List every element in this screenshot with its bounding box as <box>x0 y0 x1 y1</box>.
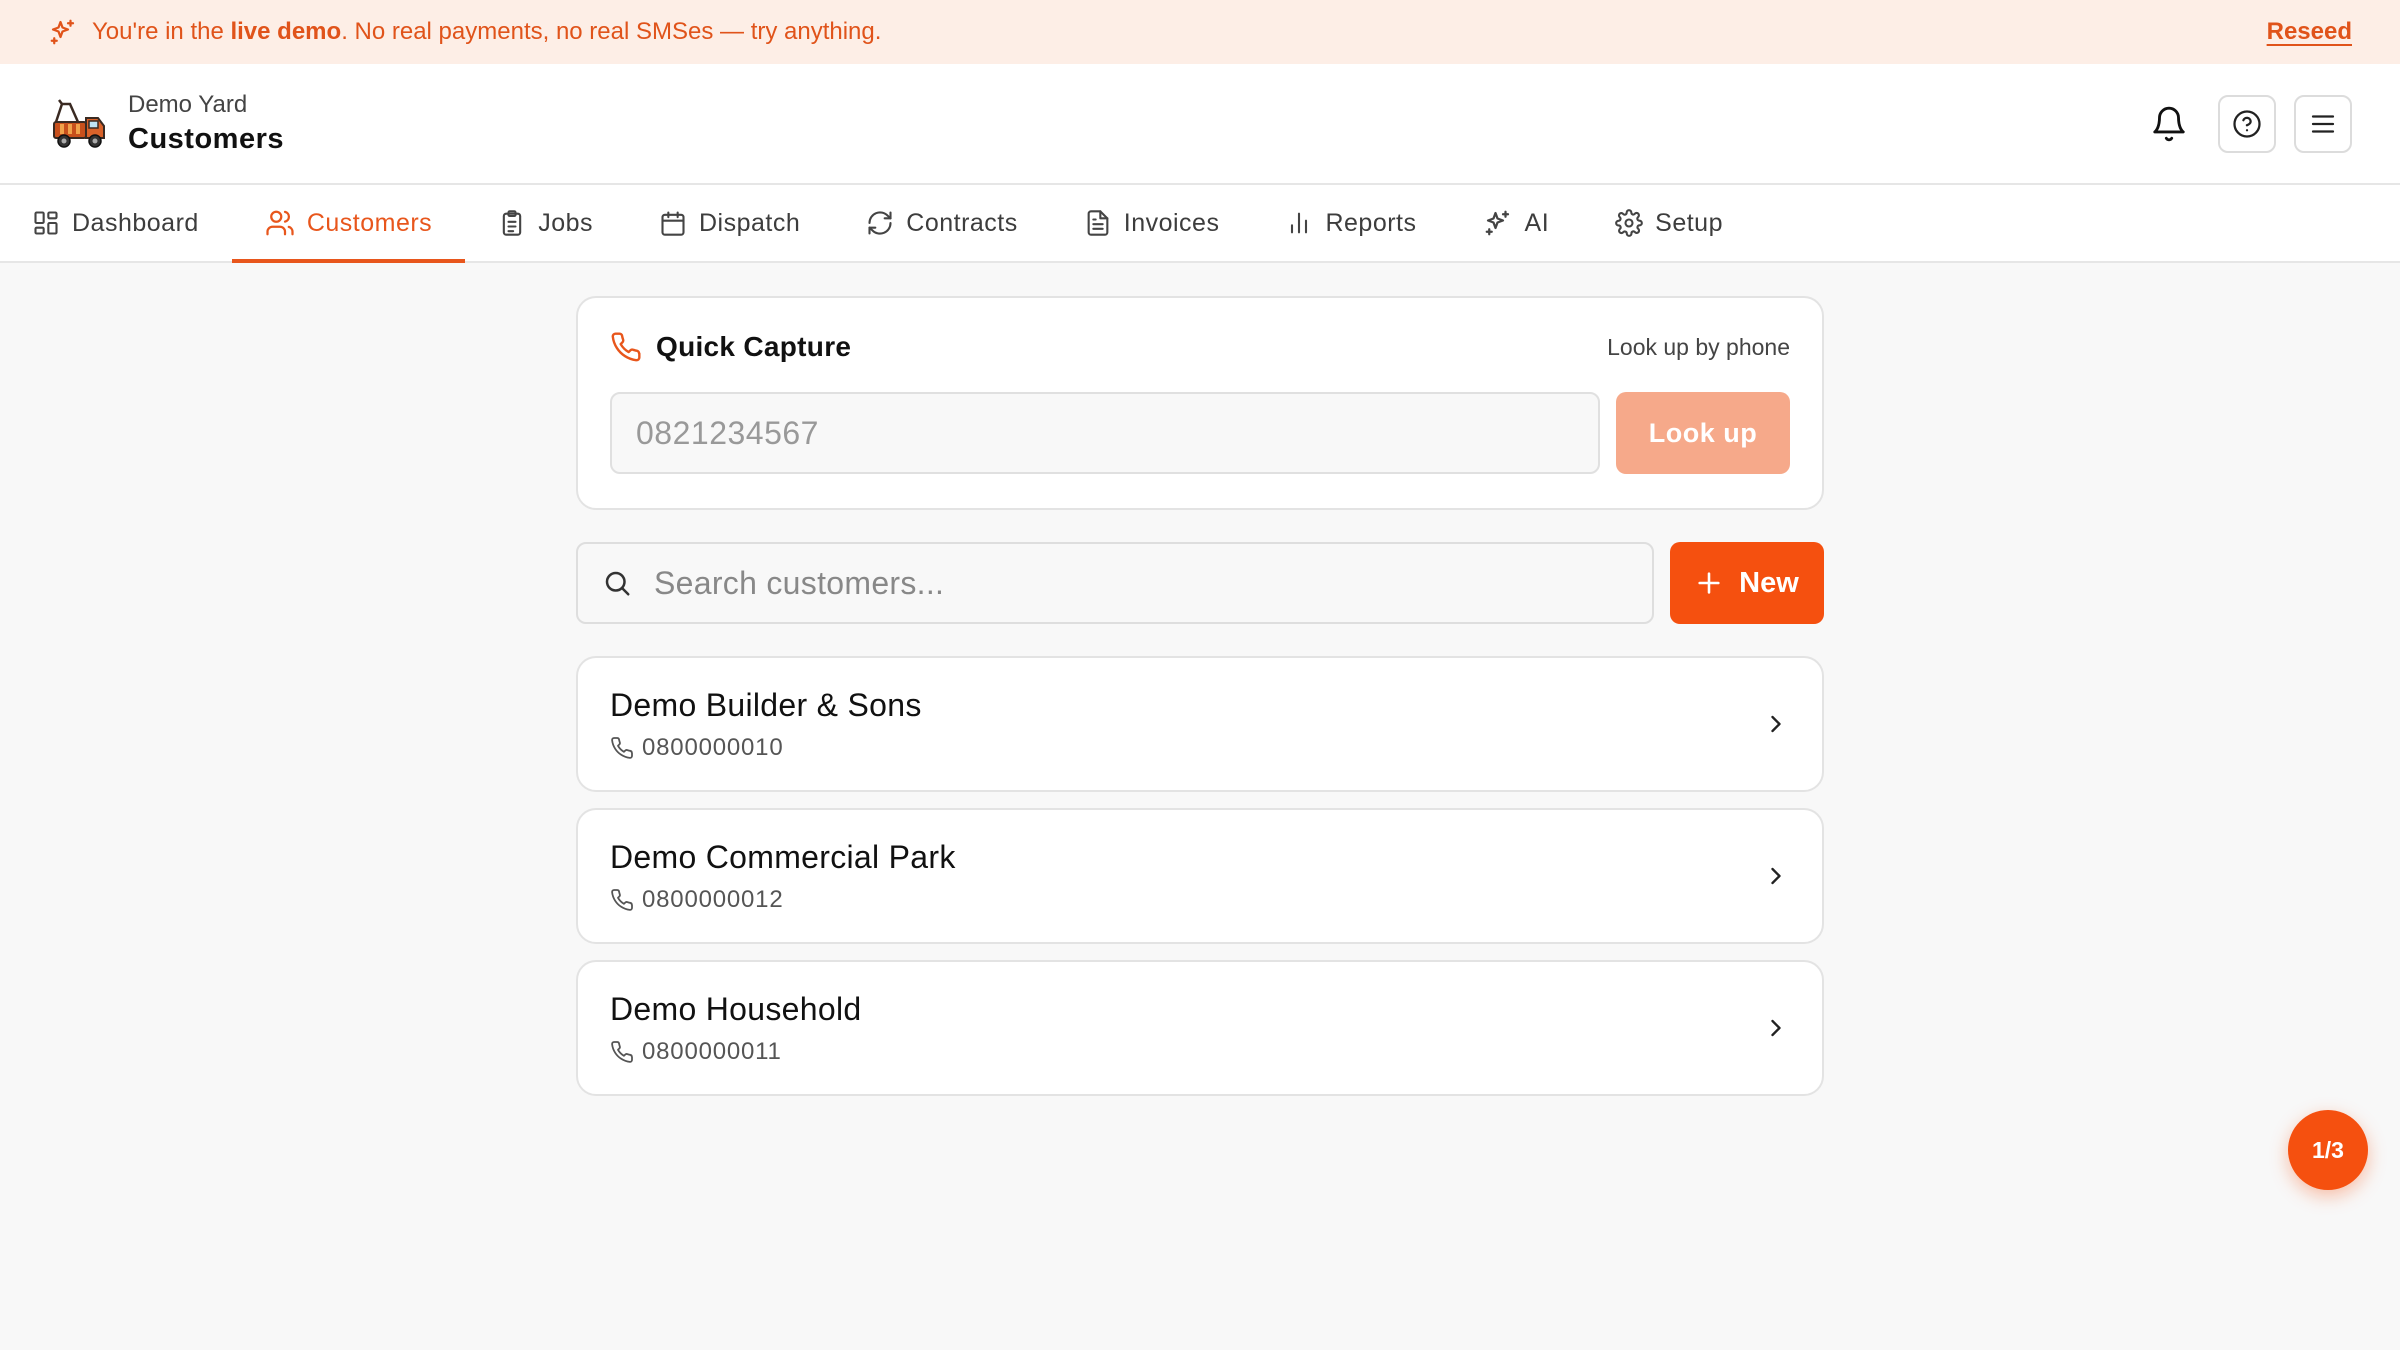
demo-banner: You're in the live demo. No real payment… <box>0 0 2400 64</box>
chevron-right-icon <box>1762 1014 1790 1042</box>
tab-label: Dispatch <box>699 208 801 237</box>
tab-label: Jobs <box>538 208 593 237</box>
bar-chart-icon <box>1285 209 1313 237</box>
tab-jobs[interactable]: Jobs <box>465 185 626 261</box>
phone-icon <box>610 1040 634 1064</box>
tab-dashboard[interactable]: Dashboard <box>32 185 232 261</box>
tab-dispatch[interactable]: Dispatch <box>626 185 833 261</box>
hamburger-icon <box>2308 109 2338 139</box>
customer-phone: 0800000012 <box>642 885 784 913</box>
quick-capture-hint: Look up by phone <box>1607 333 1790 360</box>
phone-icon <box>610 331 642 363</box>
tab-label: Contracts <box>906 208 1018 237</box>
org-name: Demo Yard <box>128 90 248 118</box>
list-item[interactable]: Demo Builder & Sons 0800000010 <box>576 656 1824 792</box>
clipboard-icon <box>498 209 526 237</box>
customer-phone: 0800000011 <box>642 1037 782 1065</box>
tab-contracts[interactable]: Contracts <box>833 185 1050 261</box>
tab-ai[interactable]: AI <box>1450 185 1583 261</box>
phone-icon <box>610 736 634 760</box>
dashboard-icon <box>32 209 60 237</box>
menu-button[interactable] <box>2294 94 2352 153</box>
chevron-right-icon <box>1762 862 1790 890</box>
page-title: Customers <box>128 122 284 155</box>
document-icon <box>1084 209 1112 237</box>
tab-label: Dashboard <box>72 208 199 237</box>
search-input[interactable]: Search customers... <box>576 542 1654 624</box>
bell-icon[interactable] <box>2140 95 2198 153</box>
main-content: Quick Capture Look up by phone 082123456… <box>576 296 1824 1096</box>
tab-label: Invoices <box>1123 208 1220 237</box>
customer-name: Demo Household <box>610 990 862 1027</box>
tab-setup[interactable]: Setup <box>1582 185 1756 261</box>
help-button[interactable] <box>2218 94 2276 153</box>
customer-list: Demo Builder & Sons 0800000010 Demo Comm… <box>576 656 1824 1096</box>
quick-capture-card: Quick Capture Look up by phone 082123456… <box>576 296 1824 510</box>
tab-label: Reports <box>1325 208 1417 237</box>
help-icon <box>2232 109 2262 139</box>
plus-icon <box>1695 569 1723 597</box>
users-icon <box>265 208 295 238</box>
phone-lookup-input[interactable]: 0821234567 <box>610 392 1600 474</box>
sparkles-icon <box>1483 208 1513 238</box>
phone-icon <box>610 888 634 912</box>
list-item[interactable]: Demo Household 0800000011 <box>576 960 1824 1096</box>
tab-reports[interactable]: Reports <box>1252 185 1449 261</box>
sparkles-icon <box>48 17 78 47</box>
onboarding-progress-button[interactable]: 1/3 <box>2288 1110 2368 1190</box>
tab-label: AI <box>1524 208 1550 237</box>
customer-phone: 0800000010 <box>642 733 784 761</box>
search-icon <box>602 568 632 598</box>
tab-invoices[interactable]: Invoices <box>1051 185 1253 261</box>
gear-icon <box>1615 209 1643 237</box>
chevron-right-icon <box>1762 710 1790 738</box>
list-item[interactable]: Demo Commercial Park 0800000012 <box>576 808 1824 944</box>
reseed-link[interactable]: Reseed <box>2267 18 2352 46</box>
tab-customers[interactable]: Customers <box>231 185 466 263</box>
calendar-icon <box>659 209 687 237</box>
demo-message: You're in the live demo. No real payment… <box>92 18 882 45</box>
main-nav: Dashboard Customers Jobs Dispatch Contra… <box>0 185 2400 263</box>
customer-name: Demo Commercial Park <box>610 838 956 875</box>
refresh-icon <box>866 209 894 237</box>
app-header: Demo Yard Customers <box>0 64 2400 185</box>
customer-name: Demo Builder & Sons <box>610 686 922 723</box>
lookup-button[interactable]: Look up <box>1616 392 1790 474</box>
quick-capture-title: Quick Capture <box>656 331 852 362</box>
truck-logo <box>48 96 110 152</box>
tab-label: Setup <box>1655 208 1723 237</box>
search-placeholder: Search customers... <box>654 564 945 601</box>
new-customer-button[interactable]: New <box>1670 542 1824 624</box>
new-label: New <box>1739 566 1799 599</box>
tab-label: Customers <box>306 208 433 237</box>
